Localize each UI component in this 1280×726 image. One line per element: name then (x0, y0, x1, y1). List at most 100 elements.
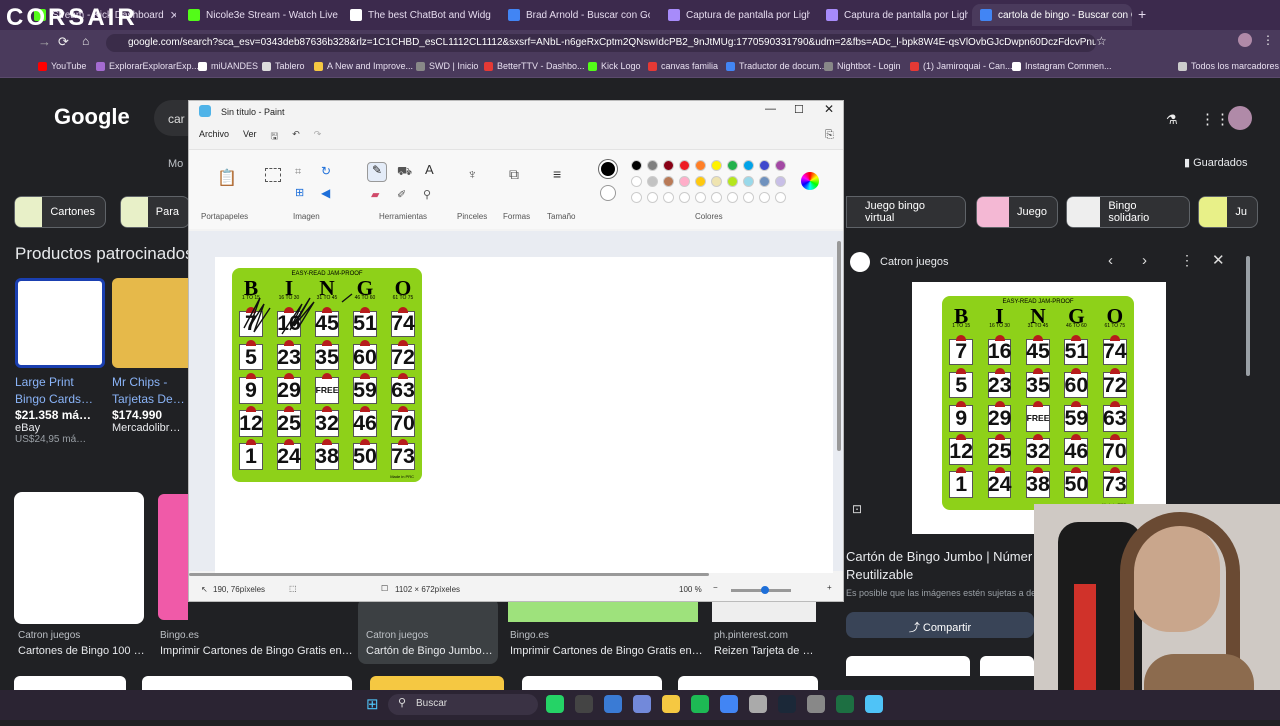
task-view-icon[interactable] (575, 695, 593, 713)
color-swatch[interactable] (647, 176, 658, 187)
result-thumb[interactable] (142, 676, 352, 690)
product-card[interactable]: Large Print Bingo Cards… $21.358 má… eBa… (15, 278, 105, 445)
minimize-icon[interactable]: — (765, 103, 776, 115)
color-swatch[interactable] (759, 176, 770, 187)
home-icon[interactable]: ⌂ (82, 34, 89, 48)
color-swatch[interactable] (631, 160, 642, 171)
chip-bingo-solidario[interactable]: Bingo solidario (1066, 196, 1190, 228)
color-swatch[interactable] (711, 176, 722, 187)
bookmark-item[interactable]: Traductor de docum... (726, 61, 827, 71)
tab-close-icon[interactable]: ✕ (170, 9, 176, 22)
pencil-icon[interactable]: ✎ (367, 162, 387, 182)
custom-color-swatch[interactable] (727, 192, 738, 203)
result-thumb[interactable] (158, 494, 188, 620)
bookmark-item[interactable]: Instagram Commen... (1012, 61, 1112, 71)
share-button[interactable]: ⤴ Compartir (846, 612, 1034, 638)
fill-icon[interactable]: ⛟ (397, 164, 412, 180)
redo-icon[interactable]: ↷ (314, 129, 322, 145)
crop-icon[interactable]: ⌗ (295, 166, 301, 179)
result-thumb[interactable] (14, 676, 126, 690)
color-swatch[interactable] (695, 176, 706, 187)
zoom-level[interactable]: 100 % (679, 585, 702, 594)
obs-icon[interactable] (749, 695, 767, 713)
resize-icon[interactable]: ⊞ (295, 186, 304, 199)
result-thumb[interactable] (14, 492, 144, 624)
discord-icon[interactable] (633, 695, 651, 713)
result-caption[interactable]: Bingo.es Imprimir Cartones de Bingo Grati… (160, 630, 353, 657)
reload-icon[interactable]: ⟳ (58, 34, 69, 50)
all-bookmarks[interactable]: Todos los marcadores (1178, 61, 1279, 71)
panel-scrollbar[interactable] (1246, 256, 1250, 376)
eraser-icon[interactable]: ▰ (371, 188, 379, 201)
spotify-icon[interactable] (691, 695, 709, 713)
steam-icon[interactable] (778, 695, 796, 713)
profile-avatar[interactable] (1238, 33, 1252, 47)
guardados-link[interactable]: ▮ Guardados (1184, 156, 1248, 169)
bookmark-item[interactable]: ExplorarExplorarExp... (96, 61, 199, 71)
result-thumb[interactable] (370, 676, 504, 690)
tab-2[interactable]: The best ChatBot and Widg✕ (342, 4, 492, 26)
excel-icon[interactable] (836, 695, 854, 713)
result-caption[interactable]: ph.pinterest.com Reizen Tarjeta de … (714, 630, 813, 657)
color-swatch[interactable] (711, 160, 722, 171)
bookmark-item[interactable]: miUANDES (198, 61, 258, 71)
canvas-scrollbar[interactable] (837, 241, 841, 451)
chip-ju[interactable]: Ju (1198, 196, 1258, 228)
result-caption[interactable]: Bingo.es Imprimir Cartones de Bingo Grati… (510, 630, 703, 657)
browser-icon[interactable] (865, 695, 883, 713)
color-swatch[interactable] (743, 176, 754, 187)
color-swatch[interactable] (727, 160, 738, 171)
related-thumb[interactable] (846, 656, 970, 676)
chip-juego[interactable]: Juego (976, 196, 1058, 228)
color-swatch[interactable] (775, 176, 786, 187)
edit-colors-icon[interactable] (801, 172, 819, 190)
bookmark-item[interactable]: (1) Jamiroquai - Can... (910, 61, 1013, 71)
color1-swatch[interactable] (599, 160, 617, 178)
next-icon[interactable]: › (1142, 252, 1147, 269)
tab-5[interactable]: Captura de pantalla por Lightsh✕ (818, 4, 968, 26)
shapes-icon[interactable]: ⧉ (509, 166, 519, 183)
notepad-icon[interactable] (604, 695, 622, 713)
menu-ver[interactable]: Ver (243, 129, 257, 145)
brush-icon[interactable]: ♆ (467, 166, 478, 182)
color-swatch[interactable] (727, 176, 738, 187)
custom-color-swatch[interactable] (743, 192, 754, 203)
chip-cartones[interactable]: Cartones (14, 196, 106, 228)
bookmark-item[interactable]: canvas familia (648, 61, 718, 71)
zoom-out-icon[interactable]: − (713, 583, 718, 592)
menu-icon[interactable]: ⋮ (1262, 33, 1274, 47)
chrome-icon[interactable] (720, 695, 738, 713)
chip-juego-bingo-virtual[interactable]: Juego bingo virtual (846, 196, 966, 228)
bookmark-item[interactable]: BetterTTV - Dashbo... (484, 61, 585, 71)
prev-icon[interactable]: ‹ (1108, 252, 1113, 269)
close-icon[interactable]: ✕ (1212, 251, 1225, 269)
custom-color-swatch[interactable] (647, 192, 658, 203)
color2-swatch[interactable] (600, 185, 616, 201)
tab-modo[interactable]: Mo (168, 158, 183, 170)
color-swatch[interactable] (647, 160, 658, 171)
color-swatch[interactable] (631, 176, 642, 187)
flip-icon[interactable]: ◀ (321, 186, 330, 200)
labs-icon[interactable]: ⚗ (1166, 112, 1178, 128)
zoom-in-icon[interactable]: + (827, 583, 832, 592)
windows-start-icon[interactable]: ⊞ (366, 695, 379, 713)
color-swatch[interactable] (663, 160, 674, 171)
color-swatch[interactable] (759, 160, 770, 171)
color-swatch[interactable] (679, 176, 690, 187)
color-swatch[interactable] (663, 176, 674, 187)
more-icon[interactable]: ⋮ (1180, 252, 1194, 269)
forward-icon[interactable]: → (38, 34, 51, 49)
rotate-icon[interactable]: ↻ (321, 164, 331, 178)
bookmark-item[interactable]: Tablero (262, 61, 305, 71)
zoom-thumb[interactable] (761, 586, 769, 594)
maximize-icon[interactable]: ☐ (794, 103, 804, 116)
clipboard-icon[interactable]: 📋 (217, 168, 237, 188)
account-avatar[interactable] (1228, 106, 1252, 130)
product-title[interactable]: Large Print Bingo Cards… (15, 374, 105, 408)
text-icon[interactable]: A (425, 162, 434, 177)
result-thumb[interactable] (522, 676, 662, 690)
google-logo[interactable]: Google (54, 104, 130, 130)
bookmark-item[interactable]: Kick Logo (588, 61, 641, 71)
taskbar-search[interactable]: Buscar (388, 694, 538, 715)
custom-color-swatch[interactable] (631, 192, 642, 203)
